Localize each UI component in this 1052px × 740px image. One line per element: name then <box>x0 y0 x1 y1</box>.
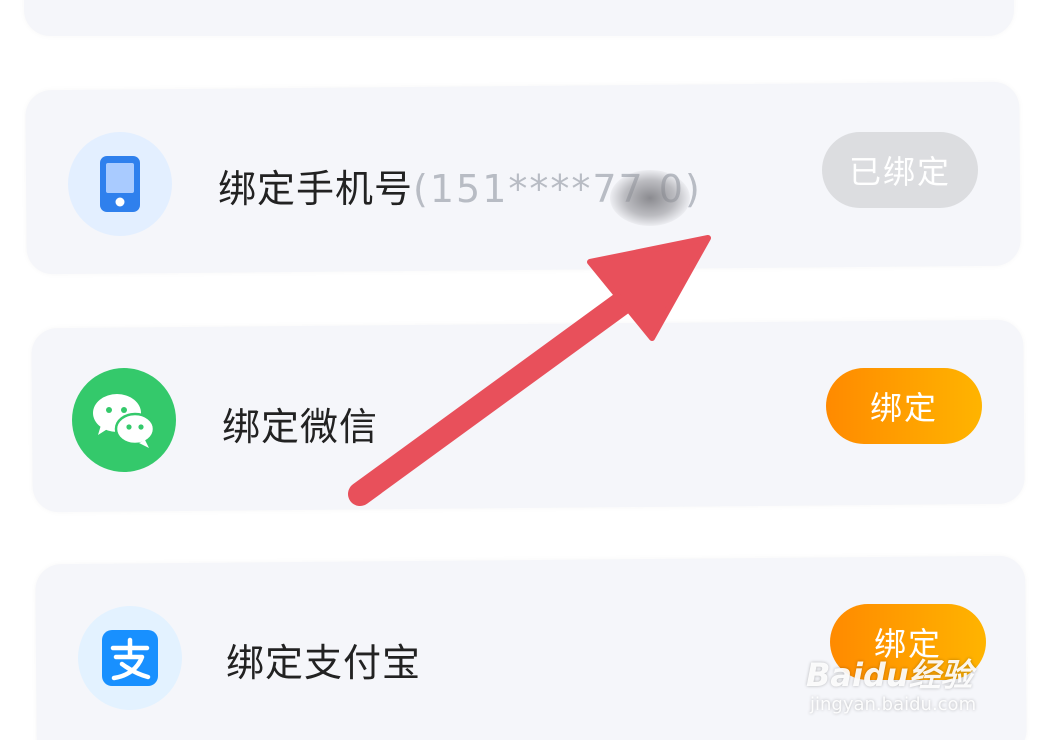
bind-phone-title: 绑定手机号 <box>218 167 414 211</box>
bind-alipay-label: 绑定支付宝 <box>226 641 422 685</box>
baidu-watermark: Baidu经验 jingyan.baidu.com <box>806 650 1006 730</box>
alipay-icon-badge <box>78 606 182 710</box>
phone-bound-button[interactable]: 已绑定 <box>822 132 978 208</box>
alipay-icon <box>102 630 158 686</box>
wechat-icon <box>93 394 156 448</box>
watermark-main: Baidu经验 <box>806 656 973 694</box>
previous-card <box>24 0 1014 36</box>
mobile-phone-icon <box>100 156 140 212</box>
watermark-url: jingyan.baidu.com <box>810 694 977 715</box>
bind-wechat-label: 绑定微信 <box>222 405 379 449</box>
phone-number-redaction <box>610 170 690 226</box>
account-binding-screen: 绑定手机号(151****77 0) 已绑定 绑定微信 绑定 绑定支付宝 绑定 <box>0 0 1052 740</box>
bind-wechat-button[interactable]: 绑定 <box>826 368 982 444</box>
phone-icon-badge <box>68 132 172 236</box>
wechat-icon-badge <box>72 368 176 472</box>
